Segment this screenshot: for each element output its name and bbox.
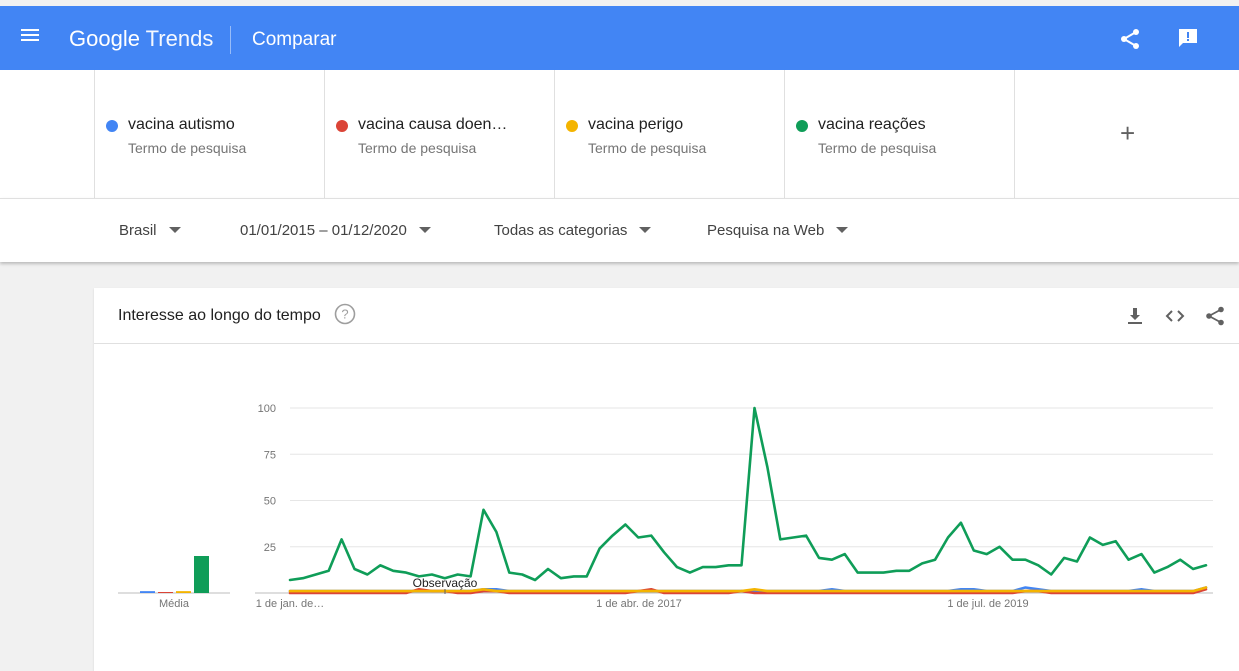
logo-google-text: Google xyxy=(69,26,140,51)
category-value: Todas as categorias xyxy=(494,222,628,239)
plus-icon: + xyxy=(1120,118,1136,148)
term-type: Termo de pesquisa xyxy=(818,140,937,156)
app-bar-divider xyxy=(230,26,231,54)
term-name: vacina causa doen… xyxy=(358,116,508,133)
interest-over-time-card: Interesse ao longo do tempo ? xyxy=(94,288,1239,671)
term-type: Termo de pesquisa xyxy=(358,140,477,156)
date-range-dropdown[interactable]: 01/01/2015 – 01/12/2020 xyxy=(240,221,431,241)
card-title: Interesse ao longo do tempo xyxy=(118,307,321,324)
help-icon[interactable]: ? xyxy=(334,303,356,325)
term-vacina-causa-doenca[interactable]: vacina causa doen… Termo de pesquisa xyxy=(324,70,554,198)
term-name: vacina reações xyxy=(818,116,926,133)
term-color-dot xyxy=(106,120,118,132)
term-color-dot xyxy=(796,120,808,132)
term-color-dot xyxy=(566,120,578,132)
region-dropdown[interactable]: Brasil xyxy=(119,221,181,241)
add-term-button[interactable]: + xyxy=(1014,70,1239,198)
download-icon[interactable] xyxy=(1124,305,1146,327)
term-type: Termo de pesquisa xyxy=(588,140,707,156)
filters-bar: Brasil 01/01/2015 – 01/12/2020 Todas as … xyxy=(0,198,1239,262)
logo-trends-text: Trends xyxy=(145,26,214,51)
chevron-down-icon xyxy=(168,226,181,233)
term-name: vacina perigo xyxy=(588,116,684,133)
menu-icon[interactable] xyxy=(18,26,42,50)
search-terms-bar: vacina autismo Termo de pesquisa vacina … xyxy=(0,70,1239,198)
google-trends-logo[interactable]: Google Trends xyxy=(69,26,213,52)
embed-code-icon[interactable] xyxy=(1164,305,1186,327)
chevron-down-icon xyxy=(639,226,652,233)
search-type-dropdown[interactable]: Pesquisa na Web xyxy=(707,221,849,241)
term-name: vacina autismo xyxy=(128,116,235,133)
page-title: Comparar xyxy=(252,29,337,50)
term-vacina-autismo[interactable]: vacina autismo Termo de pesquisa xyxy=(94,70,324,198)
region-value: Brasil xyxy=(119,222,157,239)
chevron-down-icon xyxy=(418,226,431,233)
term-vacina-perigo[interactable]: vacina perigo Termo de pesquisa xyxy=(554,70,784,198)
help-glyph: ? xyxy=(341,307,348,322)
search-type-value: Pesquisa na Web xyxy=(707,222,825,239)
term-vacina-reacoes[interactable]: vacina reações Termo de pesquisa xyxy=(784,70,1014,198)
share-icon[interactable] xyxy=(1204,305,1226,327)
term-type: Termo de pesquisa xyxy=(128,140,247,156)
share-icon[interactable] xyxy=(1118,27,1142,51)
chevron-down-icon xyxy=(836,226,849,233)
card-header: Interesse ao longo do tempo ? xyxy=(94,288,1239,344)
feedback-icon[interactable] xyxy=(1176,26,1200,50)
term-color-dot xyxy=(336,120,348,132)
category-dropdown[interactable]: Todas as categorias xyxy=(494,221,652,241)
app-bar: Google Trends Comparar xyxy=(0,6,1239,70)
date-range-value: 01/01/2015 – 01/12/2020 xyxy=(240,222,407,239)
